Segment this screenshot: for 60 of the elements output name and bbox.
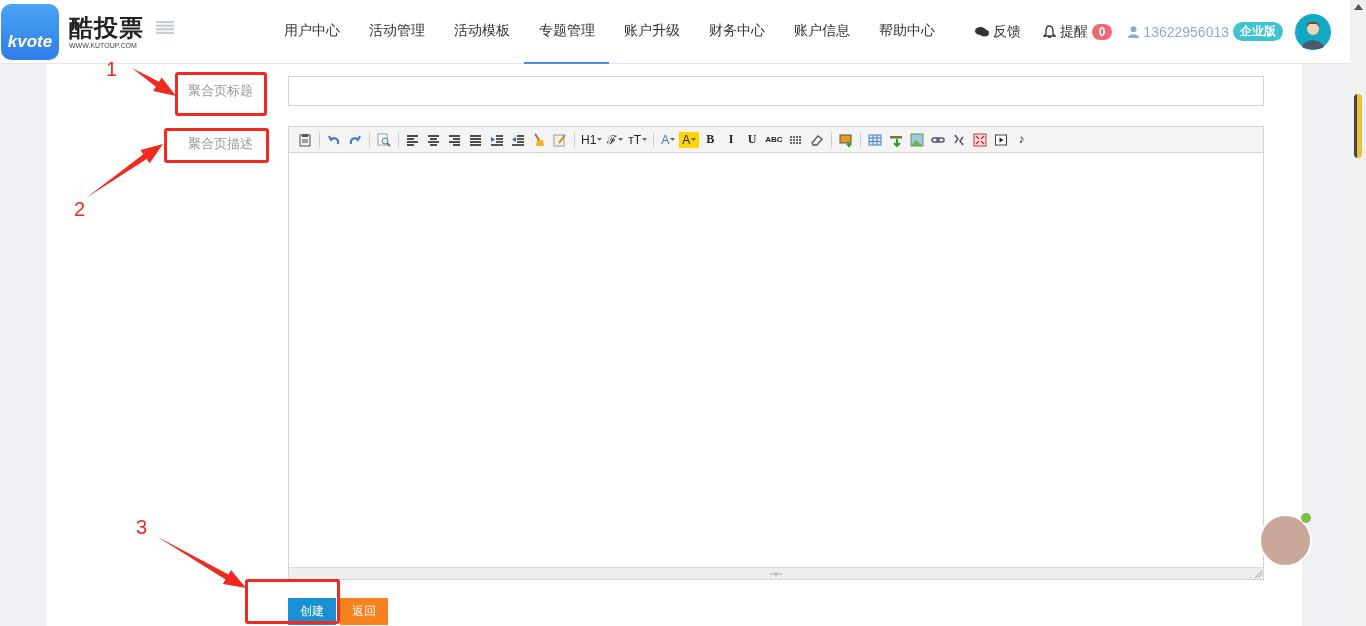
video-icon[interactable] [993,132,1008,147]
annotation-number: 1 [106,58,118,80]
caret-icon[interactable] [618,138,624,141]
format-button[interactable]: U [742,129,763,150]
format-button[interactable]: тT [626,129,650,150]
format-button[interactable]: B [700,129,721,150]
format-button[interactable]: ♪ [1011,129,1032,150]
bell-icon [1042,24,1056,39]
unlink-icon[interactable] [951,132,966,147]
nav-tab[interactable]: 账户升级 [609,0,694,64]
scrollbar[interactable] [1350,0,1366,626]
brush-icon[interactable] [532,132,546,147]
annotation-number: 2 [74,198,86,220]
user-icon [1128,25,1140,38]
caret-icon[interactable] [597,138,603,141]
fullscreen-icon[interactable] [972,132,987,147]
preview-icon[interactable] [377,132,391,147]
reminder-count: 0 [1091,23,1113,40]
format-button[interactable]: A [679,131,700,148]
edition-badge: 企业版 [1233,22,1283,41]
format-button[interactable]: ABC [763,129,785,150]
outdent-icon[interactable] [511,132,525,147]
annotation-arrow [132,68,176,96]
caret-icon[interactable] [670,138,676,141]
caret-icon[interactable] [691,138,697,141]
online-dot [1301,513,1311,523]
field-label: 聚合页描述 [188,136,253,151]
insert-image-icon[interactable] [838,132,853,147]
format-icon[interactable] [553,132,567,147]
create-button[interactable]: 创建 [288,598,336,625]
clipboard-icon[interactable] [298,132,312,147]
align-right-icon[interactable] [448,132,462,147]
caret-icon[interactable] [642,138,648,141]
format-button[interactable]: I [721,129,742,150]
nav-tab[interactable]: 用户中心 [269,0,354,64]
nav-tab[interactable]: 活动管理 [354,0,439,64]
feedback-link[interactable]: 反馈 [992,22,1021,41]
brand-name: 酷投票 [69,14,144,42]
nav-tab[interactable]: 活动模板 [439,0,524,64]
chat-icon [974,25,989,38]
format-button[interactable]: A [658,129,679,150]
logo-mark: kvote [1,3,59,60]
reminder-link[interactable]: 提醒 [1059,22,1088,41]
scrollbar-thumb[interactable] [1354,94,1362,158]
nav-tab[interactable]: 帮助中心 [864,0,949,64]
nav-tab[interactable]: 账户信息 [779,0,864,64]
title-input-field[interactable] [288,76,1264,106]
annotation-number: 3 [136,516,148,538]
avatar-icon[interactable] [1295,13,1331,50]
format-button[interactable]: ℱ [605,129,626,150]
align-center-icon[interactable] [427,132,441,147]
resize-grip-icon[interactable] [770,570,782,577]
table-icon[interactable] [867,132,882,147]
scroll-up-icon[interactable] [1353,4,1363,10]
justify-icon[interactable] [469,132,483,147]
nav-tab[interactable]: 财务中心 [694,0,779,64]
align-left-icon[interactable] [406,132,420,147]
indent-icon[interactable] [490,132,504,147]
format-button[interactable]: H1 [579,129,605,150]
field-label: 聚合页标题 [188,83,253,98]
